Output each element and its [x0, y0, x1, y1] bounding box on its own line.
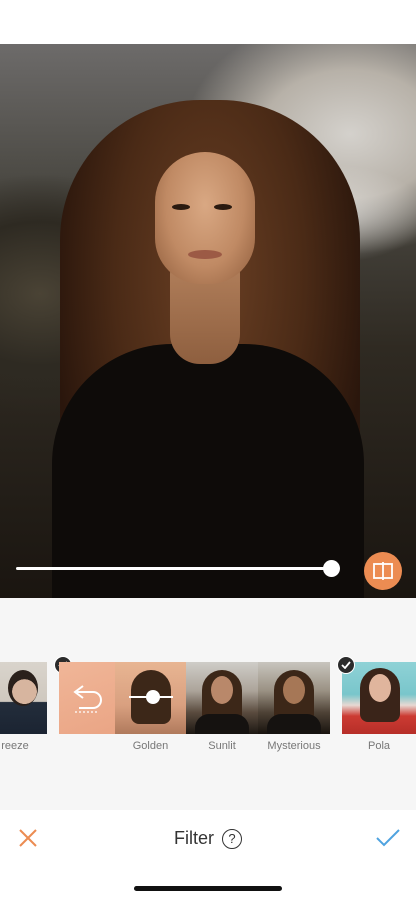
checkmark-icon	[376, 829, 400, 847]
photo-subject-mouth	[188, 250, 222, 259]
help-circle-icon[interactable]: ?	[222, 828, 242, 849]
thumb-body	[267, 714, 321, 734]
selected-check-icon	[337, 656, 355, 674]
photo-preview	[0, 44, 416, 598]
intensity-slider-knob[interactable]	[323, 560, 340, 577]
thumb-portrait	[8, 670, 38, 706]
status-bar-area	[0, 0, 416, 44]
confirm-button[interactable]	[374, 826, 402, 850]
filter-label-pola: Pola	[367, 740, 391, 752]
filter-label-mysterious: Mysterious	[267, 740, 321, 752]
filter-thumb-sunlit[interactable]	[186, 662, 258, 734]
mini-slider-knob	[146, 690, 160, 704]
thumb-body	[195, 714, 249, 734]
thumb-face	[211, 676, 233, 704]
thumb-face	[283, 676, 305, 704]
home-indicator	[134, 886, 282, 891]
photo-subject-face	[155, 152, 255, 284]
filter-thumb-pola[interactable]	[342, 662, 416, 734]
compare-button[interactable]	[364, 552, 402, 590]
golden-undo-button[interactable]	[59, 662, 115, 734]
thumb-face	[369, 674, 391, 702]
photo-subject-eye	[172, 204, 190, 210]
filter-thumb-breeze[interactable]	[0, 662, 47, 734]
photo-subject-eye	[214, 204, 232, 210]
page-title: Filter	[174, 828, 214, 848]
filter-label-breeze: reeze	[1, 740, 29, 752]
intensity-slider-track[interactable]	[16, 567, 332, 570]
filter-thumb-mysterious[interactable]	[258, 662, 330, 734]
photo-subject-body	[52, 344, 364, 598]
golden-intensity-button[interactable]	[115, 662, 186, 734]
compare-icon	[373, 562, 393, 580]
filter-label-golden: Golden	[132, 740, 169, 752]
undo-icon	[73, 685, 102, 713]
filter-label-sunlit: Sunlit	[208, 740, 236, 752]
toolbar-title-group: Filter ?	[0, 828, 416, 849]
